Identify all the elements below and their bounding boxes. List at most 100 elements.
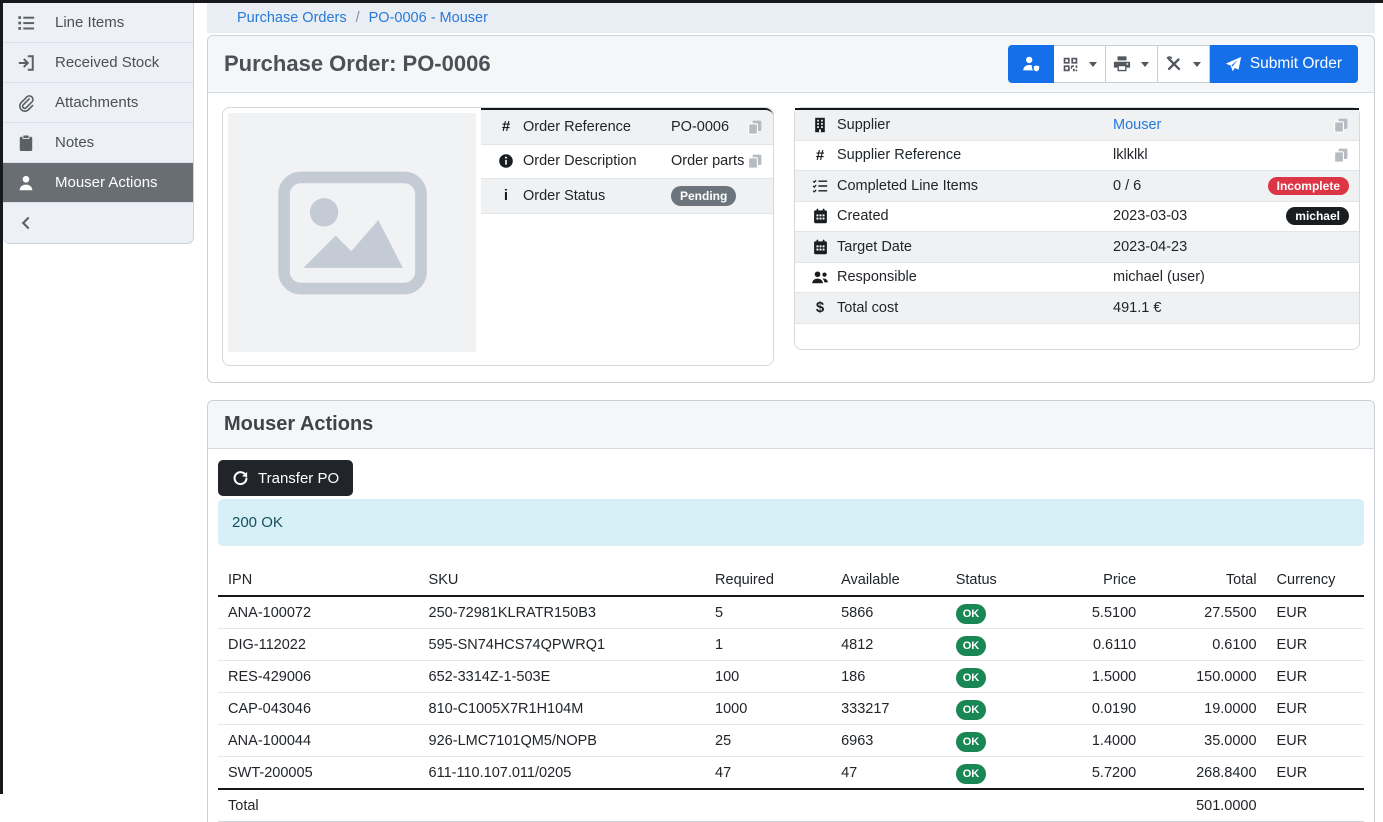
table-row: ANA-100044 926-LMC7101QM5/NOPB 25 6963 O…: [218, 725, 1364, 757]
total-cost-row: $ Total cost 491.1 €: [795, 293, 1359, 324]
paper-plane-icon: [1225, 56, 1242, 73]
sidebar-item-mouser-actions[interactable]: Mouser Actions: [3, 163, 193, 203]
window-left-edge: [0, 0, 3, 794]
purchase-order-panel: Purchase Order: PO-0006: [207, 35, 1375, 383]
order-image-placeholder: [228, 113, 476, 352]
mouser-actions-title: Mouser Actions: [224, 413, 373, 436]
order-status-row: i Order Status Pending: [481, 179, 773, 214]
empty-row: [795, 324, 1359, 344]
transfer-po-label: Transfer PO: [258, 470, 339, 487]
supplier-details-table: Supplier Mouser # Supplier Reference lkl…: [795, 108, 1359, 344]
barcode-actions-dropdown[interactable]: [1054, 45, 1106, 83]
supplier-details-card: Supplier Mouser # Supplier Reference lkl…: [794, 107, 1360, 350]
chevron-left-icon: [15, 216, 37, 230]
incomplete-badge: Incomplete: [1268, 177, 1349, 195]
sidebar-item-received-stock[interactable]: Received Stock: [3, 43, 193, 83]
order-description-row: Order Description Order parts: [481, 145, 773, 180]
status-badge: OK: [956, 636, 987, 656]
hashtag-icon: #: [489, 118, 523, 135]
supplier-row: Supplier Mouser: [795, 110, 1359, 141]
order-toolbar: Submit Order: [1008, 45, 1358, 83]
hashtag-icon: #: [803, 147, 837, 164]
sidebar-item-label: Attachments: [55, 94, 138, 111]
breadcrumb-separator: /: [356, 10, 360, 26]
print-actions-dropdown[interactable]: [1106, 45, 1158, 83]
copy-icon[interactable]: [1333, 147, 1349, 163]
order-reference-row: # Order Reference PO-0006: [481, 110, 773, 145]
user-permissions-button[interactable]: [1008, 45, 1054, 83]
users-icon: [803, 270, 837, 285]
refresh-icon: [232, 470, 249, 487]
qrcode-icon: [1062, 56, 1079, 73]
col-header-price: Price: [1049, 566, 1146, 596]
submit-order-button[interactable]: Submit Order: [1210, 45, 1358, 83]
sidebar-collapse-button[interactable]: [3, 203, 193, 243]
completed-line-items-value: 0 / 6: [1113, 178, 1268, 194]
breadcrumb-link-purchase-orders[interactable]: Purchase Orders: [237, 10, 347, 26]
info-circle-icon: [489, 153, 523, 169]
sidebar: Line Items Received Stock Attachments No…: [3, 3, 194, 244]
target-date-row: Target Date 2023-04-23: [795, 232, 1359, 263]
col-header-ipn: IPN: [218, 566, 419, 596]
table-row: CAP-043046 810-C1005X7R1H104M 1000 33321…: [218, 693, 1364, 725]
table-row: RES-429006 652-3314Z-1-503E 100 186 OK 1…: [218, 661, 1364, 693]
col-header-available: Available: [831, 566, 946, 596]
order-actions-dropdown[interactable]: [1158, 45, 1210, 83]
info-icon: i: [489, 187, 523, 204]
sidebar-item-line-items[interactable]: Line Items: [3, 3, 193, 43]
list-ol-icon: [15, 14, 37, 32]
caret-down-icon: [1193, 62, 1201, 67]
table-row: ANA-100072 250-72981KLRATR150B3 5 5866 O…: [218, 596, 1364, 629]
table-row: DIG-112022 595-SN74HCS74QPWRQ1 1 4812 OK…: [218, 629, 1364, 661]
sidebar-item-label: Mouser Actions: [55, 174, 158, 191]
user-shield-icon: [1021, 54, 1041, 74]
status-badge: OK: [956, 668, 987, 688]
status-badge: OK: [956, 700, 987, 720]
order-summary-card: # Order Reference PO-0006 Order Descript…: [222, 107, 774, 366]
copy-icon[interactable]: [747, 153, 763, 169]
created-value: 2023-03-03: [1113, 208, 1286, 224]
image-placeholder-icon: [275, 168, 430, 298]
created-by-badge: michael: [1286, 207, 1349, 225]
dollar-icon: $: [803, 299, 837, 316]
breadcrumb: Purchase Orders / PO-0006 - Mouser: [207, 3, 1375, 33]
col-header-currency: Currency: [1267, 566, 1364, 596]
submit-order-label: Submit Order: [1250, 55, 1342, 73]
supplier-reference-row: # Supplier Reference lklklkl: [795, 141, 1359, 172]
order-description-value: Order parts: [671, 153, 747, 169]
order-status-badge: Pending: [671, 186, 736, 206]
sidebar-item-attachments[interactable]: Attachments: [3, 83, 193, 123]
mouser-actions-panel: Mouser Actions Transfer PO 200 OK IP: [207, 400, 1375, 822]
supplier-link[interactable]: Mouser: [1113, 117, 1161, 133]
status-alert: 200 OK: [218, 499, 1364, 546]
main-content: Purchase Orders / PO-0006 - Mouser Purch…: [207, 3, 1375, 822]
breadcrumb-link-current-order[interactable]: PO-0006 - Mouser: [369, 10, 488, 26]
transfer-po-button[interactable]: Transfer PO: [218, 460, 353, 496]
status-alert-text: 200 OK: [232, 514, 283, 531]
status-badge: OK: [956, 604, 987, 624]
clipboard-icon: [15, 134, 37, 152]
copy-icon[interactable]: [747, 119, 763, 135]
created-row: Created 2023-03-03 michael: [795, 202, 1359, 233]
order-reference-value: PO-0006: [671, 119, 747, 135]
copy-icon[interactable]: [1333, 117, 1349, 133]
page-title: Purchase Order: PO-0006: [224, 51, 491, 77]
col-header-required: Required: [705, 566, 831, 596]
line-items-table: IPN SKU Required Available Status Price …: [218, 566, 1364, 822]
paperclip-icon: [15, 94, 37, 112]
supplier-reference-value: lklklkl: [1113, 147, 1333, 163]
printer-icon: [1113, 55, 1131, 73]
table-row: SWT-200005 611-110.107.011/0205 47 47 OK…: [218, 757, 1364, 790]
tasks-icon: [803, 178, 837, 194]
calendar-icon: [803, 239, 837, 255]
target-date-value: 2023-04-23: [1113, 239, 1349, 255]
order-details-table: # Order Reference PO-0006 Order Descript…: [481, 108, 773, 365]
mouser-actions-panel-body: Transfer PO 200 OK IPN SKU Required Avai…: [208, 449, 1374, 822]
status-badge: OK: [956, 764, 987, 784]
sidebar-item-label: Received Stock: [55, 54, 159, 71]
sidebar-item-label: Notes: [55, 134, 94, 151]
calendar-icon: [803, 208, 837, 224]
caret-down-icon: [1089, 62, 1097, 67]
sidebar-item-notes[interactable]: Notes: [3, 123, 193, 163]
purchase-order-panel-header: Purchase Order: PO-0006: [208, 36, 1374, 93]
